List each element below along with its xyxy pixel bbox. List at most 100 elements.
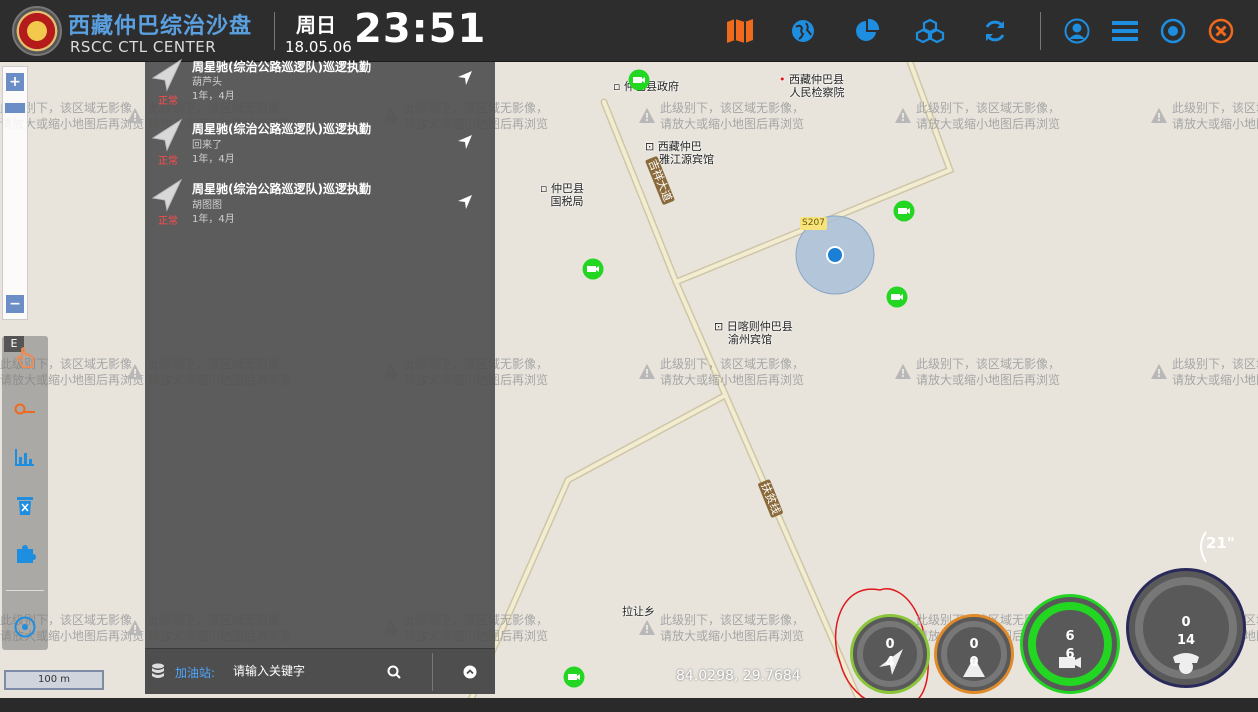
road-badge: S207: [800, 217, 827, 230]
bottom-bar: [0, 698, 1258, 712]
camera-marker[interactable]: [582, 258, 604, 284]
user-icon[interactable]: [1062, 16, 1092, 46]
divider: [432, 653, 433, 691]
gauge-value-top: 0: [885, 637, 895, 652]
warning-icon: [638, 619, 656, 637]
close-icon[interactable]: [1206, 16, 1236, 46]
puzzle-icon[interactable]: [12, 540, 38, 566]
poi-label[interactable]: ⊡ 日喀则仲巴县 渝州宾馆: [714, 320, 793, 346]
navigate-arrow-icon[interactable]: [457, 70, 473, 86]
status-badge: 正常: [158, 216, 178, 227]
navigate-arrow-icon[interactable]: [457, 194, 473, 210]
paper-plane-icon: [151, 118, 185, 152]
warning-icon: [126, 619, 144, 637]
date: 18.05.06: [285, 38, 352, 56]
warning-icon: [126, 107, 144, 125]
item-title: 周星驰(综治公路巡逻队)巡逻执勤: [192, 122, 371, 136]
poi-label[interactable]: 拉让乡: [622, 605, 655, 618]
list-item[interactable]: 正常 周星驰(综治公路巡逻队)巡逻执勤 胡图图 1年，4月: [145, 178, 495, 238]
no-imagery-notice: 此级别下，该区域无影像，请放大或缩小地图后再浏览: [894, 100, 1060, 132]
map-icon[interactable]: [725, 16, 755, 46]
item-note: 胡图图: [192, 200, 222, 211]
globe-icon[interactable]: [788, 16, 818, 46]
database-icon: [151, 663, 165, 683]
list-item[interactable]: 正常 周星驰(综治公路巡逻队)巡逻执勤 葫芦头 1年，4月: [145, 58, 495, 118]
patrol-gauge[interactable]: 0 4: [850, 614, 930, 694]
search-category-label[interactable]: 加油站:: [175, 664, 215, 681]
divider: [1040, 12, 1041, 50]
zoom-slider-handle[interactable]: [5, 103, 25, 113]
no-imagery-notice: 此级别下，该区域无影像，请放大或缩小地图后再浏览: [638, 356, 804, 388]
emblem-logo: [12, 6, 62, 56]
measure-icon[interactable]: [12, 396, 38, 422]
camera-gauge[interactable]: 6 6: [1020, 594, 1120, 694]
gauge-value-bottom: 14: [1176, 633, 1196, 648]
search-input[interactable]: [233, 661, 383, 681]
warning-icon: [126, 363, 144, 381]
item-time: 1年，4月: [192, 154, 235, 165]
divider: [6, 590, 44, 591]
status-badge: 正常: [158, 156, 178, 167]
paper-plane-icon: [151, 58, 185, 92]
zoom-out-button[interactable]: −: [6, 295, 24, 313]
chart-icon[interactable]: [12, 444, 38, 470]
gauge-value-bottom: 6: [1065, 647, 1075, 662]
top-bar: 西藏仲巴综治沙盘 RSCC CTL CENTER 周日 18.05.06 23:…: [0, 0, 1258, 62]
refresh-timer: 21": [1196, 528, 1240, 564]
warning-icon: [1150, 363, 1168, 381]
tool-strip: E: [2, 336, 48, 650]
gauge-value-bottom: 4: [885, 655, 895, 670]
coordinate-readout: 84.0298, 29.7684: [676, 668, 801, 684]
app-subtitle: RSCC CTL CENTER: [70, 38, 217, 56]
poi-label[interactable]: ▫ 仲巴县 国税局: [540, 182, 584, 208]
refresh-icon[interactable]: [980, 16, 1010, 46]
warning-icon: [638, 363, 656, 381]
status-badge: 正常: [158, 96, 178, 107]
timer-value: 21": [1206, 534, 1235, 552]
cubes-icon[interactable]: [915, 16, 945, 46]
no-imagery-notice: 此级别下，该区域无影像，请放大或缩小地图后再浏览: [638, 100, 804, 132]
no-imagery-notice: 此级别下，该区域无影像，请放大或缩小地图后再浏览: [894, 356, 1060, 388]
item-time: 1年，4月: [192, 91, 235, 102]
item-time: 1年，4月: [192, 214, 235, 225]
paper-plane-icon: [151, 178, 185, 212]
camera-marker[interactable]: [628, 69, 650, 95]
warning-icon: [638, 107, 656, 125]
alert-gauge[interactable]: 0 0: [934, 614, 1014, 694]
chevron-up-icon[interactable]: [463, 664, 477, 683]
zoom-control: + −: [2, 66, 28, 320]
camera-marker[interactable]: [563, 666, 585, 692]
zoom-in-button[interactable]: +: [6, 73, 24, 91]
search-bar: 加油站:: [145, 648, 495, 694]
gauge-value-top: 6: [1065, 629, 1075, 644]
warning-icon: [1150, 107, 1168, 125]
item-note: 回来了: [192, 140, 222, 151]
weekday: 周日: [296, 13, 336, 37]
patrol-list-panel: 正常 周星驰(综治公路巡逻队)巡逻执勤 葫芦头 1年，4月 正常 周星驰(综治公…: [145, 58, 495, 694]
pie-chart-icon[interactable]: [852, 16, 882, 46]
target-icon[interactable]: [1158, 16, 1188, 46]
menu-icon[interactable]: [1110, 16, 1140, 46]
warning-icon: [894, 363, 912, 381]
poi-label[interactable]: • 西藏仲巴县 人民检察院: [779, 73, 845, 99]
gauge-value-top: 0: [1181, 615, 1191, 630]
app-title: 西藏仲巴综治沙盘: [68, 14, 253, 39]
camera-marker[interactable]: [886, 286, 908, 312]
scale-bar: 100 m: [4, 670, 104, 690]
camera-marker[interactable]: [893, 200, 915, 226]
list-item[interactable]: 正常 周星驰(综治公路巡逻队)巡逻执勤 回来了 1年，4月: [145, 118, 495, 178]
divider: [274, 12, 275, 50]
gauge-value-top: 0: [969, 637, 979, 652]
trash-icon[interactable]: [12, 492, 38, 518]
police-gauge[interactable]: 0 14: [1126, 568, 1246, 688]
clock: 23:51: [354, 6, 487, 52]
no-imagery-notice: 此级别下，该区域无影像，请放大或缩小地图后再浏览: [1150, 356, 1258, 388]
item-title: 周星驰(综治公路巡逻队)巡逻执勤: [192, 182, 371, 196]
no-imagery-notice: 此级别下，该区域无影像，请放大或缩小地图后再浏览: [1150, 100, 1258, 132]
hand-pointer-icon[interactable]: [12, 346, 38, 372]
navigate-arrow-icon[interactable]: [457, 134, 473, 150]
gauge-value-bottom: 0: [969, 655, 979, 670]
search-icon[interactable]: [387, 664, 401, 683]
warning-icon: [894, 107, 912, 125]
compass-icon[interactable]: [12, 614, 38, 640]
